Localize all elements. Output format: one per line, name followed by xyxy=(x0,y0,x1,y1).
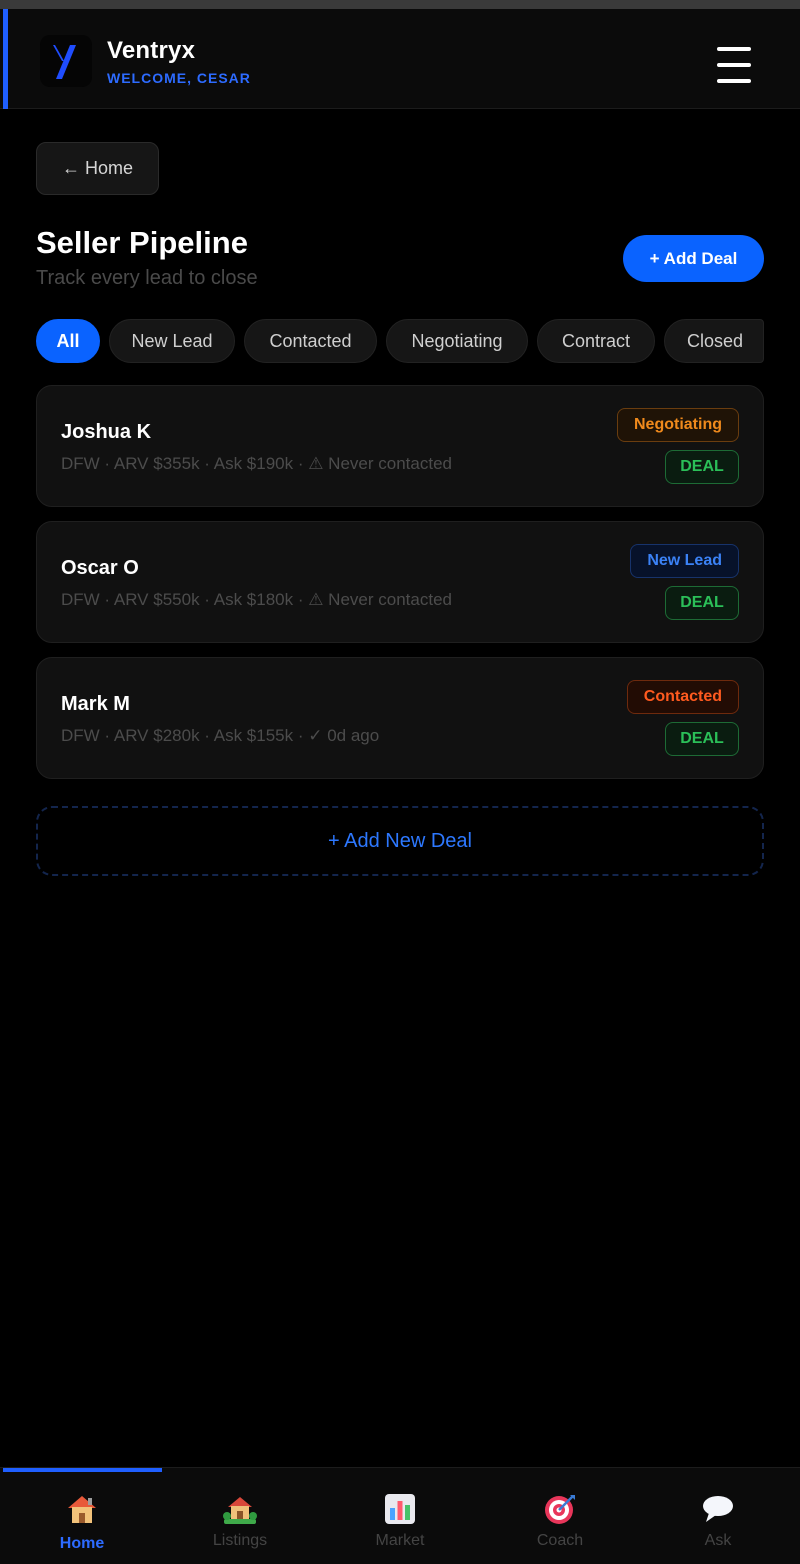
filter-tab-all[interactable]: All xyxy=(36,319,100,363)
deal-name: Joshua K xyxy=(61,421,152,443)
nav-item-market[interactable]: Market xyxy=(320,1468,480,1564)
speech-bubble-icon xyxy=(700,1492,736,1526)
status-badge: Contacted xyxy=(626,680,739,714)
header-accent-bar xyxy=(3,9,8,109)
target-icon xyxy=(542,1492,578,1526)
deal-name: Mark M xyxy=(61,693,130,715)
status-badge: New Lead xyxy=(630,544,739,578)
add-new-deal-button[interactable]: + Add New Deal xyxy=(36,806,764,876)
status-badge: Negotiating xyxy=(617,408,739,442)
page-title: Seller Pipeline xyxy=(36,225,248,260)
ventryx-logo xyxy=(40,35,92,87)
filter-tab-closed[interactable]: Closed xyxy=(664,319,764,363)
window-top-strip xyxy=(0,0,800,9)
menu-line xyxy=(717,79,751,83)
nav-item-listings[interactable]: Listings xyxy=(160,1468,320,1564)
nav-label: Listings xyxy=(212,1532,268,1549)
nav-label: Market xyxy=(375,1532,425,1549)
filter-tab-contacted[interactable]: Contacted xyxy=(244,319,377,363)
nav-label: Ask xyxy=(704,1532,732,1549)
bar-chart-icon xyxy=(382,1492,418,1526)
deal-card[interactable]: Oscar O DFW · ARV $550k · Ask $180k · ⚠ … xyxy=(36,521,764,643)
deal-tag-badge: DEAL xyxy=(665,450,739,484)
menu-line xyxy=(717,63,751,67)
deal-card[interactable]: Mark M DFW · ARV $280k · Ask $155k · ✓ 0… xyxy=(36,657,764,779)
filter-tab-contract[interactable]: Contract xyxy=(537,319,655,363)
nav-label: Home xyxy=(59,1535,105,1552)
filter-tab-new-lead[interactable]: New Lead xyxy=(109,319,235,363)
nav-item-ask[interactable]: Ask xyxy=(638,1468,798,1564)
deal-tag-badge: DEAL xyxy=(665,722,739,756)
welcome-text: WELCOME, CESAR xyxy=(107,70,251,86)
filter-tab-negotiating[interactable]: Negotiating xyxy=(386,319,528,363)
deal-meta: DFW · ARV $355k · Ask $190k · ⚠ Never co… xyxy=(61,454,452,473)
deal-meta: DFW · ARV $280k · Ask $155k · ✓ 0d ago xyxy=(61,726,380,745)
deal-meta: DFW · ARV $550k · Ask $180k · ⚠ Never co… xyxy=(61,590,452,609)
app-header: Ventryx WELCOME, CESAR xyxy=(0,9,800,109)
deal-name: Oscar O xyxy=(61,557,139,579)
page-subtitle: Track every lead to close xyxy=(36,267,258,289)
app-title: Ventryx xyxy=(107,37,196,64)
bottom-nav: Home Listings Market Coach Ask xyxy=(0,1467,800,1564)
nav-item-home[interactable]: Home xyxy=(2,1468,162,1564)
nav-item-coach[interactable]: Coach xyxy=(480,1468,640,1564)
deal-card[interactable]: Joshua K DFW · ARV $355k · Ask $190k · ⚠… xyxy=(36,385,764,507)
menu-line xyxy=(717,47,751,51)
deal-tag-badge: DEAL xyxy=(665,586,739,620)
add-deal-button[interactable]: + Add Deal xyxy=(623,235,764,282)
house-icon xyxy=(64,1492,100,1526)
house-with-garden-icon xyxy=(222,1492,258,1526)
nav-label: Coach xyxy=(536,1532,584,1549)
hamburger-menu-icon[interactable] xyxy=(708,43,760,87)
back-home-button[interactable]: ← Home xyxy=(36,142,159,195)
